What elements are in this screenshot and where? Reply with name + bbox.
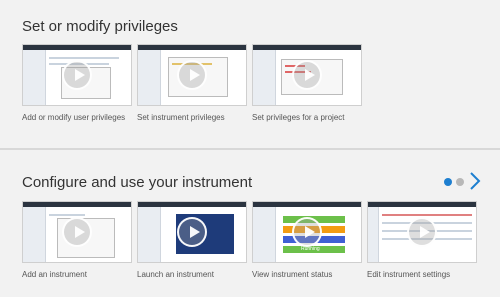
video-thumbnail[interactable] [137, 44, 247, 106]
video-card-set-privileges-project[interactable]: Set privileges for a project [252, 44, 362, 122]
video-title[interactable]: Edit instrument settings [367, 270, 450, 279]
privileges-section: Set or modify privileges Add or modify u… [0, 0, 500, 148]
play-icon[interactable] [177, 60, 207, 90]
video-title[interactable]: Set privileges for a project [252, 113, 345, 122]
video-card-add-modify-user-privileges[interactable]: Add or modify user privileges [22, 44, 132, 122]
video-card-view-instrument-status[interactable]: Running View instrument status [252, 201, 362, 279]
video-title[interactable]: Add or modify user privileges [22, 113, 125, 122]
page-dot-active[interactable] [444, 178, 452, 186]
app-sidebar [368, 207, 379, 262]
next-arrow-icon[interactable] [468, 172, 482, 190]
play-icon[interactable] [407, 217, 437, 247]
ui-line [49, 57, 119, 59]
app-titlebar [368, 202, 476, 207]
play-icon[interactable] [62, 217, 92, 247]
app-sidebar [253, 50, 276, 105]
video-thumbnail[interactable] [137, 201, 247, 263]
app-sidebar [23, 50, 46, 105]
video-card-edit-instrument-settings[interactable]: Edit instrument settings [367, 201, 477, 279]
running-status-text: Running [301, 246, 320, 252]
play-icon[interactable] [292, 217, 322, 247]
app-sidebar [253, 207, 276, 262]
app-sidebar [138, 50, 161, 105]
play-icon[interactable] [177, 217, 207, 247]
video-card-add-instrument[interactable]: Add an instrument [22, 201, 132, 279]
video-title[interactable]: View instrument status [252, 270, 332, 279]
ui-line [49, 214, 85, 216]
ui-line [382, 214, 472, 216]
instrument-section: Configure and use your instrument Add an… [0, 150, 500, 297]
section-title: Set or modify privileges [22, 18, 178, 35]
video-thumbnail[interactable] [22, 44, 132, 106]
video-title[interactable]: Launch an instrument [137, 270, 214, 279]
video-thumbnail[interactable] [367, 201, 477, 263]
app-sidebar [138, 207, 161, 262]
video-thumbnail[interactable] [252, 44, 362, 106]
video-card-set-instrument-privileges[interactable]: Set instrument privileges [137, 44, 247, 122]
page-dot[interactable] [456, 178, 464, 186]
play-icon[interactable] [292, 60, 322, 90]
play-icon[interactable] [62, 60, 92, 90]
section-title: Configure and use your instrument [22, 174, 253, 191]
video-thumbnail[interactable] [22, 201, 132, 263]
video-title[interactable]: Add an instrument [22, 270, 87, 279]
video-thumbnail[interactable]: Running [252, 201, 362, 263]
video-title[interactable]: Set instrument privileges [137, 113, 225, 122]
video-card-launch-instrument[interactable]: Launch an instrument [137, 201, 247, 279]
app-sidebar [23, 207, 46, 262]
